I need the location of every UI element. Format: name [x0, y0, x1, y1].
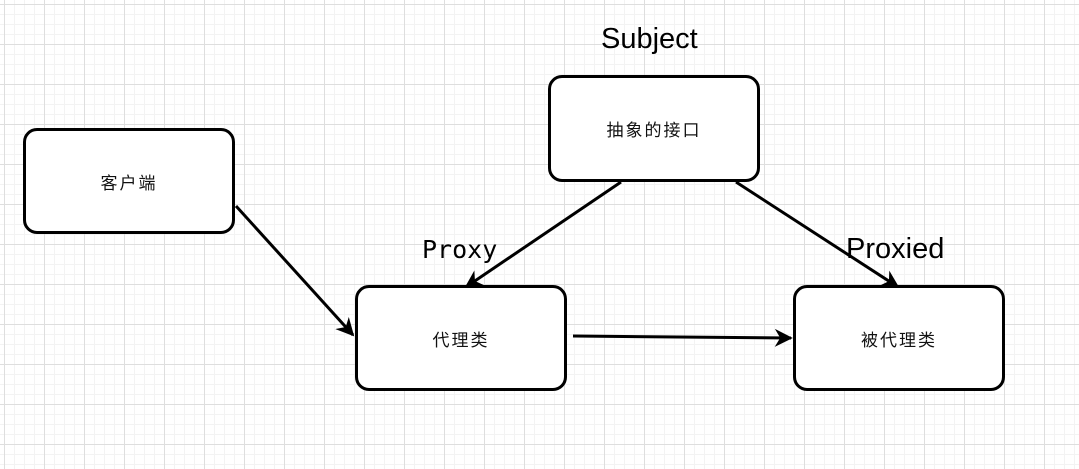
proxy-node-label: 代理类	[432, 330, 490, 351]
diagram-canvas: Subject Proxy Proxied 客户端 抽象的接口 代理类 被代理类	[0, 0, 1079, 469]
arrow-client-to-proxy	[234, 204, 355, 337]
client-node: 客户端	[23, 128, 235, 234]
subject-role-label: Subject	[601, 23, 698, 55]
proxy-role-label: Proxy	[422, 235, 498, 264]
arrow-proxy-to-proxied	[572, 328, 793, 347]
proxied-node: 被代理类	[793, 285, 1005, 391]
proxy-node: 代理类	[355, 285, 567, 391]
client-node-label: 客户端	[100, 173, 158, 194]
subject-node: 抽象的接口	[548, 75, 760, 182]
subject-node-label: 抽象的接口	[606, 121, 702, 141]
proxied-role-label: Proxied	[846, 233, 945, 265]
proxied-node-label: 被代理类	[861, 330, 937, 351]
